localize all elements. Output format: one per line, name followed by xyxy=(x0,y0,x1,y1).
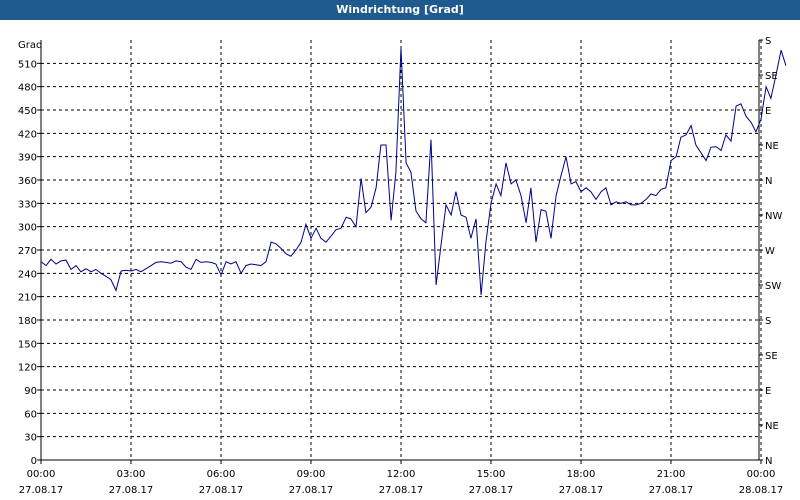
right-axis-label: E xyxy=(765,106,771,117)
series-line xyxy=(40,47,787,296)
y-tick-label: 0 xyxy=(31,456,37,467)
y-tick-label: 270 xyxy=(18,246,37,257)
x-tick-time-label: 03:00 xyxy=(117,469,146,480)
right-axis-label: E xyxy=(765,386,771,397)
grid-lines xyxy=(41,40,762,460)
x-tick-time-label: 00:00 xyxy=(747,469,776,480)
series-layer xyxy=(40,47,787,296)
axes xyxy=(37,39,763,464)
right-axis-label: NW xyxy=(765,211,782,222)
x-tick-date-label: 27.08.17 xyxy=(469,485,514,496)
y-tick-label: 420 xyxy=(18,129,37,140)
y-tick-label: 240 xyxy=(18,269,37,280)
x-tick-time-label: 21:00 xyxy=(657,469,686,480)
y-tick-label: 30 xyxy=(24,433,37,444)
y-tick-label: 480 xyxy=(18,83,37,94)
x-tick-time-label: 06:00 xyxy=(207,469,236,480)
x-tick-time-label: 12:00 xyxy=(387,469,416,480)
y-tick-label: 330 xyxy=(18,199,37,210)
y-tick-label: 450 xyxy=(18,106,37,117)
right-axis-label: S xyxy=(765,36,771,47)
x-tick-time-label: 00:00 xyxy=(27,469,56,480)
chart-title: Windrichtung [Grad] xyxy=(0,0,800,20)
x-tick-time-label: 18:00 xyxy=(567,469,596,480)
y-tick-label: 210 xyxy=(18,293,37,304)
x-tick-date-label: 27.08.17 xyxy=(559,485,604,496)
y-tick-label: 60 xyxy=(24,409,37,420)
x-tick-date-label: 28.08.17 xyxy=(739,485,784,496)
x-tick-time-label: 09:00 xyxy=(297,469,326,480)
y-tick-label: 510 xyxy=(18,59,37,70)
y-tick-label: 360 xyxy=(18,176,37,187)
right-axis-label: N xyxy=(765,456,772,467)
y-tick-label: 300 xyxy=(18,223,37,234)
right-axis-label: SW xyxy=(765,281,781,292)
y-tick-label: 120 xyxy=(18,363,37,374)
right-axis-label: SE xyxy=(765,351,778,362)
right-axis-label: NE xyxy=(765,421,779,432)
right-axis-label: NE xyxy=(765,141,779,152)
y-tick-label: 90 xyxy=(24,386,37,397)
x-tick-date-label: 27.08.17 xyxy=(19,485,64,496)
right-axis-label: W xyxy=(765,246,775,257)
wind-direction-chart: 0 30 60 90 120 150 180 210 240 270 300 330 360 390 420… xyxy=(18,36,787,496)
x-tick-date-label: 27.08.17 xyxy=(289,485,334,496)
y-tick-label: 150 xyxy=(18,339,37,350)
y-axis-label: Grad xyxy=(18,40,42,51)
y-tick-label: 180 xyxy=(18,316,37,327)
x-tick-date-label: 27.08.17 xyxy=(109,485,154,496)
x-tick-date-label: 27.08.17 xyxy=(199,485,244,496)
x-tick-time-label: 15:00 xyxy=(477,469,506,480)
right-axis-label: SE xyxy=(765,71,778,82)
x-tick-date-label: 27.08.17 xyxy=(649,485,694,496)
x-tick-date-label: 27.08.17 xyxy=(379,485,424,496)
right-axis-label: S xyxy=(765,316,771,327)
y-tick-label: 390 xyxy=(18,153,37,164)
right-axis-label: N xyxy=(765,176,772,187)
